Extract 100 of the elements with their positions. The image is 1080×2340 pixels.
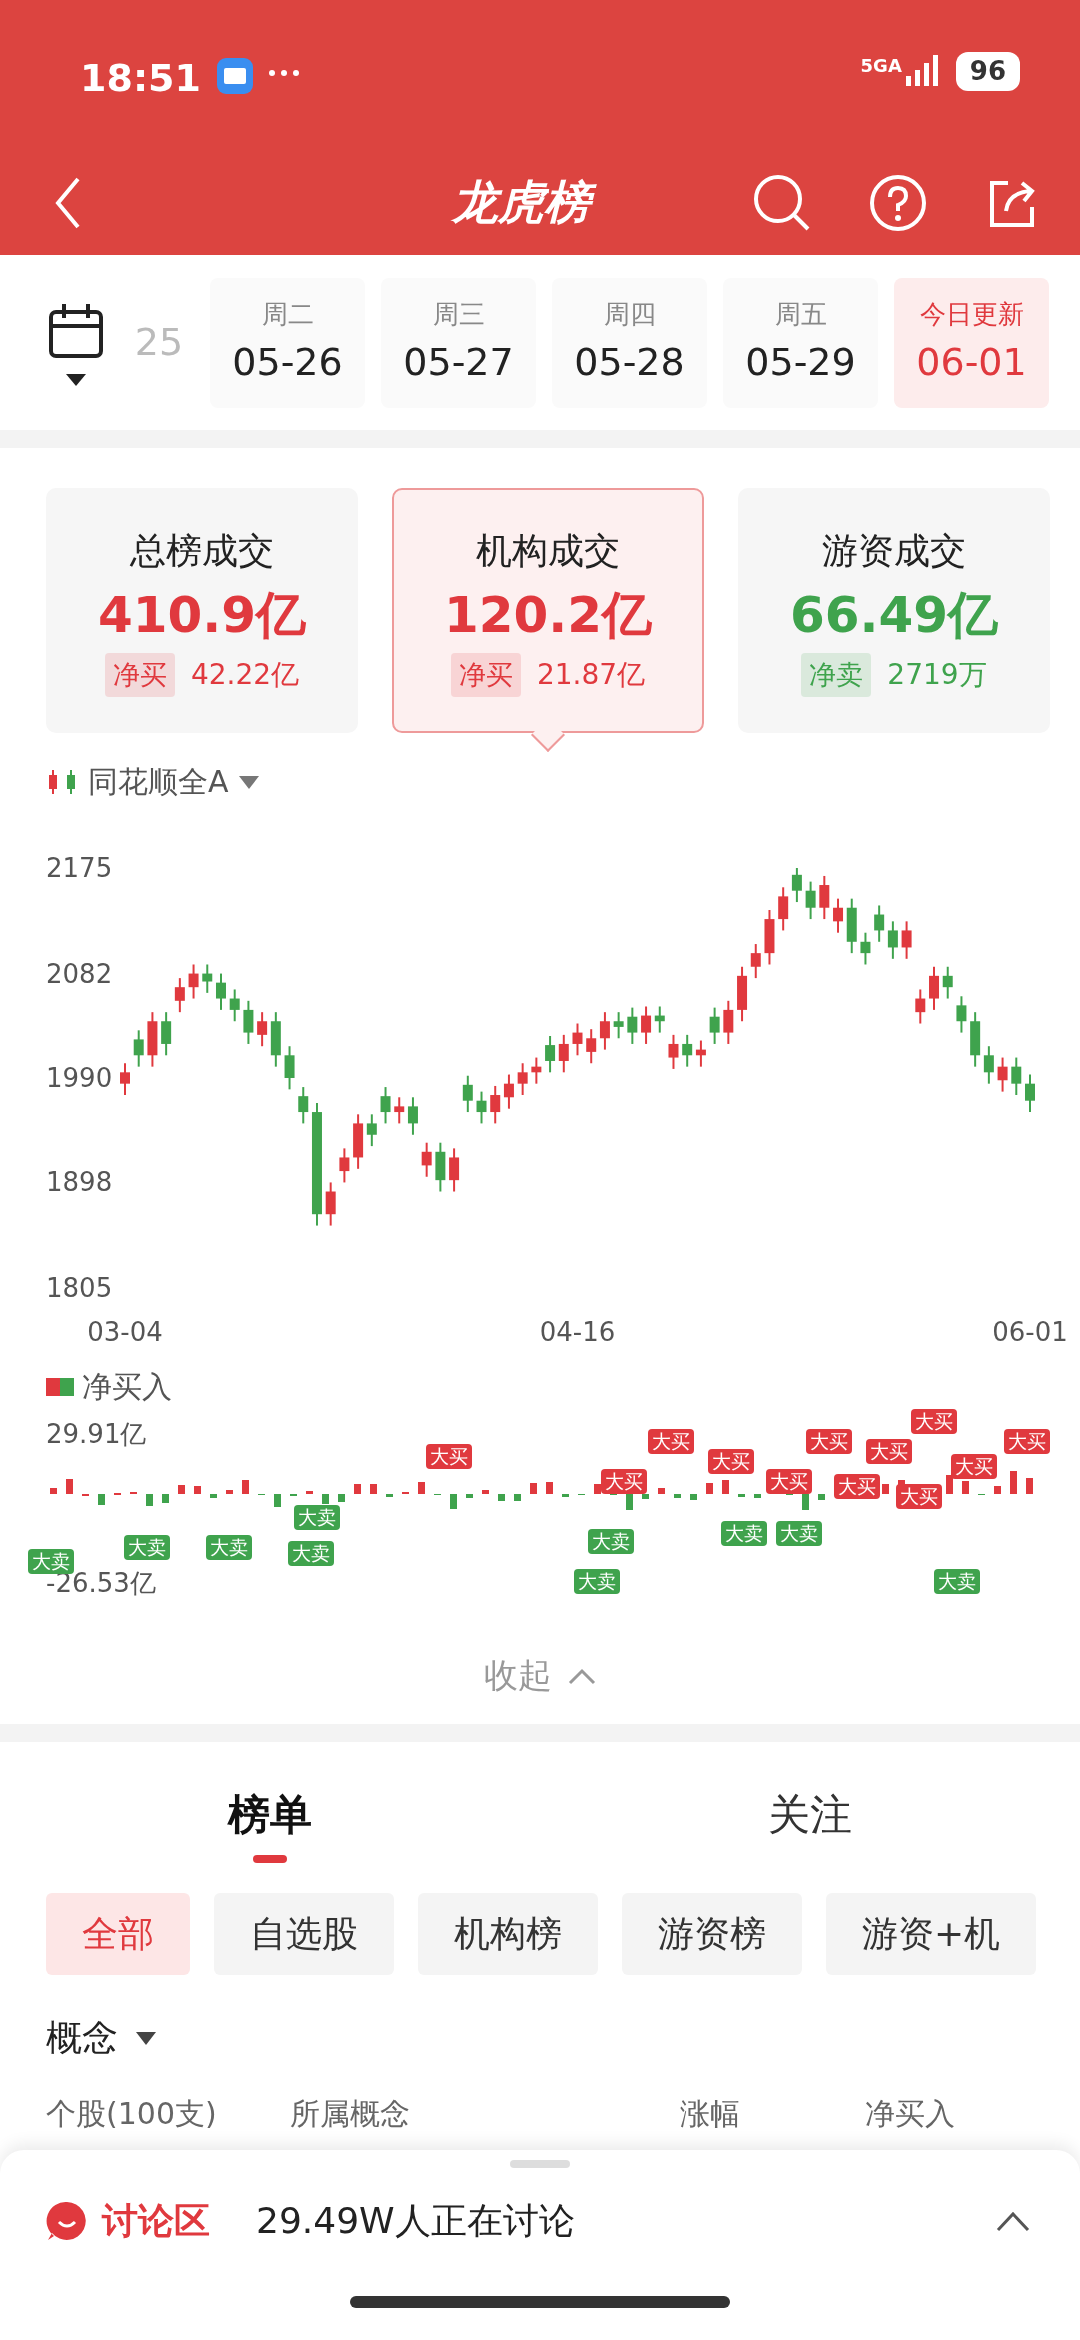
summary-card[interactable]: 总榜成交 410.9亿 净买 42.22亿 xyxy=(46,488,358,733)
sell-marker: 大卖 xyxy=(934,1569,980,1594)
summary-card[interactable]: 机构成交 120.2亿 净买 21.87亿 xyxy=(392,488,704,733)
candlestick xyxy=(1011,1056,1022,1097)
axis-label: 2082 xyxy=(46,958,113,989)
category-dropdown[interactable]: 概念 xyxy=(46,2011,118,2065)
column-header[interactable]: 个股(100支) xyxy=(46,2091,290,2136)
candlestick xyxy=(778,886,789,932)
candlestick xyxy=(407,1096,418,1136)
battery-indicator: 96 xyxy=(955,52,1020,91)
chevron-up-icon xyxy=(568,1666,596,1685)
drag-handle[interactable] xyxy=(510,2160,570,2168)
date-tab[interactable]: 周三 05-27 xyxy=(381,277,536,408)
chat-bubble-icon xyxy=(46,2200,88,2242)
filter-chip[interactable]: 自选股 xyxy=(214,1893,394,1975)
app-notification-icon xyxy=(214,56,255,96)
candlestick xyxy=(956,995,967,1034)
sell-marker: 大卖 xyxy=(124,1535,170,1560)
buy-marker: 大买 xyxy=(896,1484,942,1509)
sell-marker: 大卖 xyxy=(721,1521,767,1546)
index-selector[interactable]: 同花顺全A xyxy=(88,759,229,804)
candlestick xyxy=(449,1147,460,1193)
filter-chip[interactable]: 机构榜 xyxy=(418,1893,598,1975)
candlestick xyxy=(394,1096,405,1125)
candlestick xyxy=(805,880,816,921)
candlestick xyxy=(874,904,885,943)
filter-chip[interactable]: 游资榜 xyxy=(622,1893,802,1975)
date-tab[interactable]: 今日更新 06-01 xyxy=(894,277,1049,408)
column-header[interactable]: 所属概念 xyxy=(289,2091,680,2136)
candlestick xyxy=(860,931,871,966)
list-tab[interactable]: 关注 xyxy=(762,1782,858,1847)
axis-label: 1805 xyxy=(46,1273,113,1303)
candlestick xyxy=(613,1011,624,1040)
candlestick xyxy=(133,1029,144,1068)
help-icon[interactable] xyxy=(868,172,928,233)
axis-label: 06-01 xyxy=(992,1316,1068,1349)
candlestick xyxy=(627,1006,638,1045)
legend-icon xyxy=(46,1377,74,1396)
candlestick xyxy=(366,1113,377,1148)
more-dots-icon xyxy=(268,70,299,76)
candlestick xyxy=(325,1181,336,1227)
tab-underline xyxy=(253,1855,287,1863)
buy-marker: 大买 xyxy=(648,1429,694,1454)
expand-icon[interactable] xyxy=(996,2210,1030,2232)
candlestick xyxy=(942,965,953,1000)
buy-marker: 大买 xyxy=(951,1454,997,1479)
candlestick xyxy=(284,1045,295,1091)
filter-chip[interactable]: 游资+机 xyxy=(826,1893,1037,1975)
column-header[interactable]: 涨幅 xyxy=(679,2091,865,2136)
buy-marker: 大买 xyxy=(806,1429,852,1454)
candlestick xyxy=(202,963,213,994)
buy-marker: 大买 xyxy=(601,1469,647,1494)
candlestick xyxy=(819,874,830,921)
buy-marker: 大买 xyxy=(766,1469,812,1494)
buy-marker: 大买 xyxy=(866,1439,912,1464)
date-tab[interactable]: 周五 05-29 xyxy=(723,277,878,408)
card-title: 游资成交 xyxy=(822,528,966,573)
legend-label: 净买入 xyxy=(82,1368,172,1406)
axis-label: 1990 xyxy=(46,1063,113,1093)
candlestick xyxy=(901,920,912,960)
card-amount: 410.9亿 xyxy=(97,584,307,646)
candlestick xyxy=(298,1086,309,1125)
buy-marker: 大买 xyxy=(426,1444,472,1469)
axis-label: 2175 xyxy=(46,853,113,883)
column-header[interactable]: 净买入 xyxy=(865,2091,1060,2136)
net-value: 42.22亿 xyxy=(190,657,300,693)
candlestick xyxy=(380,1086,391,1125)
network-label: 5GA xyxy=(860,54,902,78)
list-tab[interactable]: 榜单 xyxy=(222,1782,318,1847)
sell-marker: 大卖 xyxy=(776,1521,822,1546)
sell-marker: 大卖 xyxy=(206,1535,252,1560)
candlestick xyxy=(682,1033,693,1068)
candlestick xyxy=(641,1005,652,1045)
search-icon[interactable] xyxy=(752,172,812,233)
candlestick xyxy=(833,897,844,934)
candlestick xyxy=(929,965,940,1011)
candlestick xyxy=(887,920,898,960)
candlestick xyxy=(599,1011,610,1051)
candlestick xyxy=(750,943,761,980)
candlestick xyxy=(215,972,226,1011)
candlestick xyxy=(558,1033,569,1074)
net-tag: 净卖 xyxy=(801,652,872,698)
axis-label: 1898 xyxy=(46,1167,113,1198)
net-tag: 净买 xyxy=(450,652,521,698)
sell-marker: 大卖 xyxy=(294,1505,340,1530)
candlestick xyxy=(915,988,926,1025)
discussion-title[interactable]: 讨论区 xyxy=(102,2194,210,2248)
candlestick xyxy=(709,1006,720,1045)
candlestick xyxy=(503,1073,514,1110)
summary-card[interactable]: 游资成交 66.49亿 净卖 2719万 xyxy=(738,488,1050,733)
axis-label: 03-04 xyxy=(87,1316,163,1349)
net-value: 21.87亿 xyxy=(536,657,646,693)
date-tab[interactable]: 周四 05-28 xyxy=(552,277,707,408)
date-tab[interactable]: 周二 05-26 xyxy=(210,277,365,408)
net-value: 2719万 xyxy=(887,657,987,693)
candlestick xyxy=(462,1074,473,1114)
buy-marker: 大买 xyxy=(708,1449,754,1474)
candlestick xyxy=(668,1033,679,1070)
filter-chip[interactable]: 全部 xyxy=(46,1893,190,1975)
sell-marker: 大卖 xyxy=(288,1541,334,1566)
